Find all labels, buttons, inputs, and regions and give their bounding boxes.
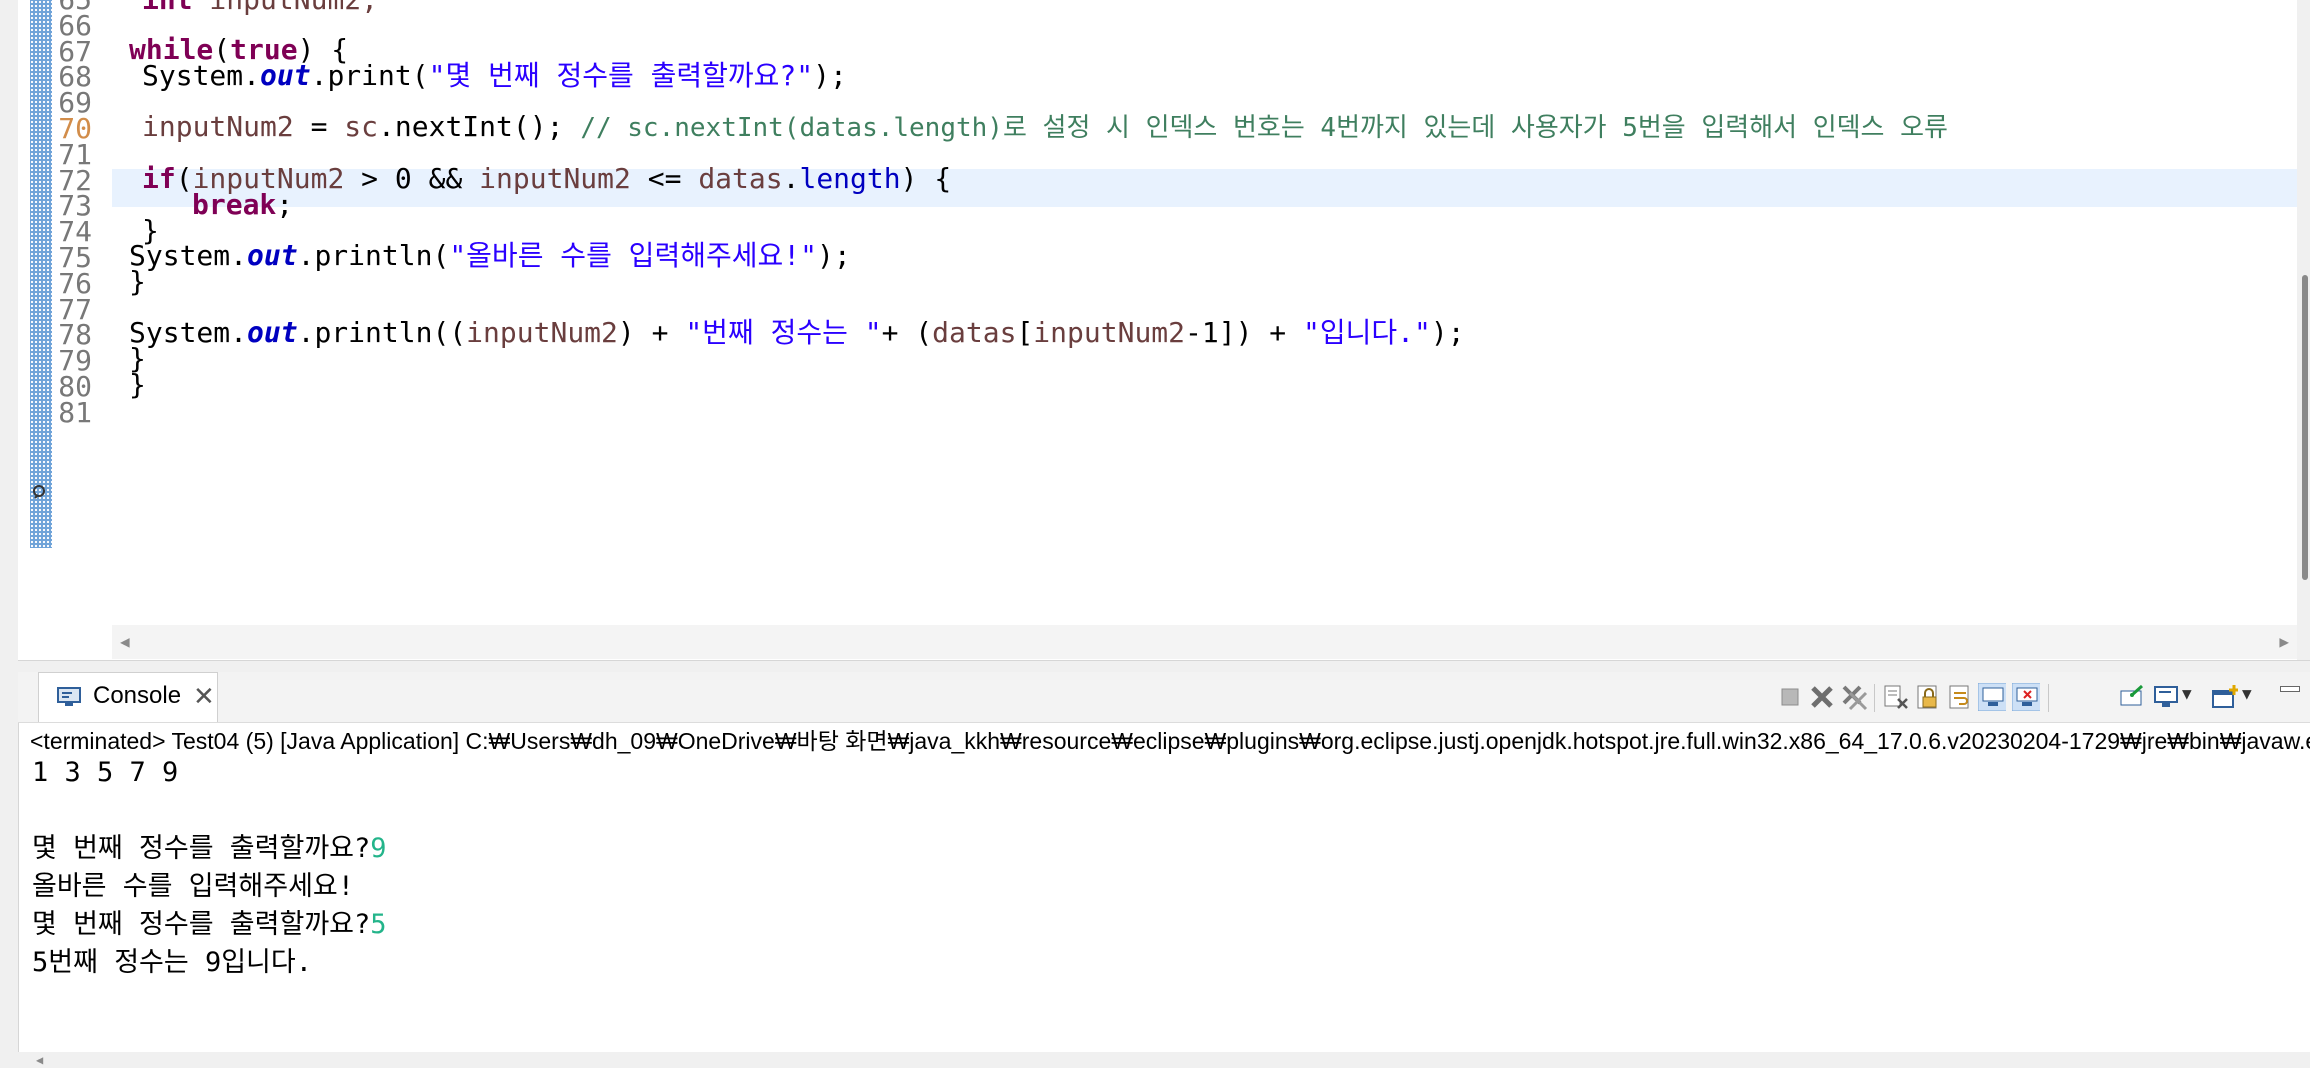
keyword: break — [192, 188, 277, 221]
console-tab-label: Console — [93, 682, 182, 709]
display-selected-console-icon[interactable] — [2152, 683, 2180, 711]
console-output-line: 1 3 5 7 9 — [32, 757, 179, 788]
line-number: 81 — [58, 395, 92, 429]
console-user-input: 5 — [370, 909, 387, 940]
toolbar-separator — [1874, 684, 1875, 712]
annotation-ruler[interactable] — [30, 0, 52, 548]
console-horizontal-scrollbar[interactable]: ◀ — [18, 1052, 2310, 1068]
keyword: if — [142, 162, 176, 195]
code-line-70[interactable]: inputNum2 = sc.nextInt(); // sc.nextInt(… — [142, 108, 1948, 147]
string-literal: "몇 번째 정수를 출력할까요?" — [428, 59, 814, 92]
code-line-75[interactable]: System.out.println("올바른 수를 입력해주세요!"); — [129, 237, 851, 275]
word-wrap-icon[interactable] — [1946, 683, 1974, 711]
chevron-down-icon[interactable]: ▼ — [2182, 684, 2192, 703]
code-line-68[interactable]: System.out.print("몇 번째 정수를 출력할까요?"); — [142, 57, 847, 95]
code-comment: // sc.nextInt(datas.length)로 설정 시 인덱스 번호… — [580, 113, 1948, 143]
toolbar-separator — [2048, 684, 2049, 712]
code-line-78[interactable]: System.out.println((inputNum2) + "번째 정수는… — [129, 314, 1465, 352]
terminate-icon[interactable] — [1776, 683, 1804, 711]
remove-launch-icon[interactable] — [1808, 683, 1836, 711]
console-output-line: 올바른 수를 입력해주세요! — [32, 871, 355, 902]
code-line-80[interactable]: } — [129, 366, 146, 404]
console-view-toolbar: Console ✕ ▼ ▼ — [18, 672, 2310, 723]
console-icon — [57, 687, 81, 706]
keyword: int — [142, 0, 193, 16]
code-line-73[interactable]: break; — [192, 186, 293, 224]
open-console-icon[interactable] — [2210, 683, 2238, 711]
chevron-down-icon[interactable]: ▼ — [2242, 684, 2252, 703]
code-line-65[interactable]: int inputNum2; — [142, 0, 378, 19]
code-line-76[interactable]: } — [129, 263, 146, 301]
editor-vertical-scroll-thumb[interactable] — [2302, 275, 2308, 580]
remove-all-terminated-icon[interactable] — [1840, 683, 1868, 711]
console-output-line: 몇 번째 정수를 출력할까요?9 — [32, 833, 387, 864]
string-literal: "번째 정수는 " — [685, 316, 882, 349]
show-on-stdout-icon[interactable] — [1978, 683, 2006, 711]
console-process-status: <terminated> Test04 (5) [Java Applicatio… — [30, 728, 2310, 754]
console-user-input: 9 — [370, 833, 387, 864]
left-window-edge — [0, 0, 19, 1068]
line-number-ruler: 6566676869707172737475767778798081 — [52, 0, 110, 625]
scroll-left-arrow-icon[interactable]: ◀ — [36, 1052, 43, 1068]
search-annotation-icon[interactable] — [31, 483, 51, 503]
clear-console-icon[interactable] — [1882, 683, 1910, 711]
scroll-lock-icon[interactable] — [1914, 683, 1942, 711]
pin-console-icon[interactable] — [2118, 683, 2146, 711]
tab-console[interactable]: Console ✕ — [38, 672, 218, 722]
console-output-line: 몇 번째 정수를 출력할까요?5 — [32, 909, 387, 940]
string-literal: "입니다." — [1303, 316, 1431, 349]
scroll-left-arrow-icon[interactable]: ◀ — [120, 625, 130, 659]
minimize-icon[interactable] — [2280, 686, 2300, 692]
close-icon[interactable]: ✕ — [193, 681, 215, 712]
string-literal: "올바른 수를 입력해주세요!" — [449, 239, 817, 272]
show-on-stderr-icon[interactable] — [2012, 683, 2040, 711]
editor-horizontal-scrollbar[interactable]: ◀ ▶ — [112, 625, 2297, 659]
scroll-right-arrow-icon[interactable]: ▶ — [2279, 625, 2289, 659]
console-output-line: 5번째 정수는 9입니다. — [32, 947, 312, 978]
